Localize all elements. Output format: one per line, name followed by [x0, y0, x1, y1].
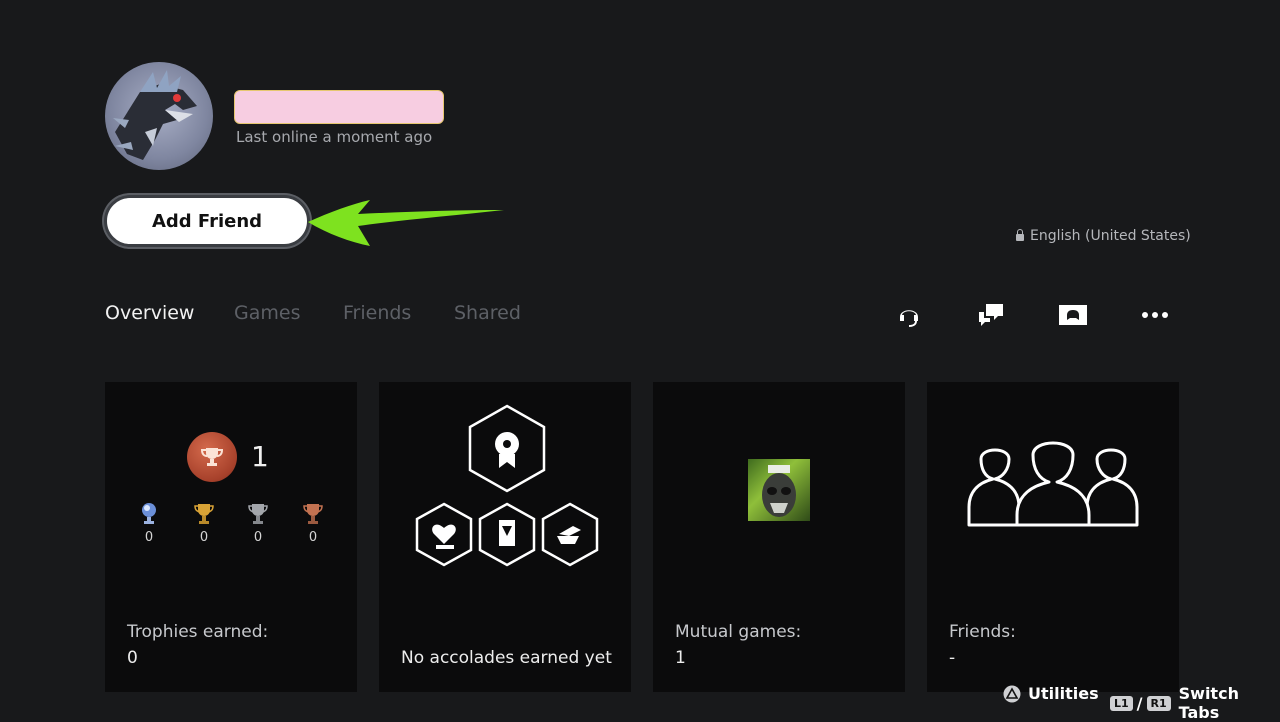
username-redacted — [234, 90, 444, 124]
message-icon[interactable] — [976, 300, 1006, 330]
tab-friends[interactable]: Friends — [343, 302, 411, 324]
no-accolades-label: No accolades earned yet — [401, 648, 612, 668]
bronze-trophy: 0 — [298, 502, 328, 545]
l1-button-icon: L1 — [1110, 695, 1133, 711]
gold-trophy-icon — [194, 504, 214, 524]
platinum-trophy-icon — [142, 503, 156, 524]
lock-icon — [1016, 228, 1024, 241]
tab-games[interactable]: Games — [234, 302, 300, 324]
green-arrow-annotation — [308, 200, 504, 246]
language-indicator: English (United States) — [1016, 228, 1191, 244]
mutual-games-label: Mutual games: — [675, 622, 802, 642]
share-screen-icon[interactable] — [1058, 300, 1088, 330]
trophies-card[interactable]: 1 0 0 0 0 Trophies earned: 0 — [105, 382, 357, 692]
add-friend-button[interactable]: Add Friend — [104, 195, 310, 247]
friends-count-label: Friends: — [949, 622, 1016, 642]
triangle-button-icon — [1003, 685, 1021, 702]
mutual-game-thumbnail — [748, 459, 810, 521]
friends-count-value: - — [949, 648, 956, 668]
more-options-icon[interactable] — [1140, 300, 1170, 330]
bronze-trophy-icon — [303, 504, 323, 524]
switch-separator: / — [1136, 693, 1143, 713]
tab-shared[interactable]: Shared — [454, 302, 521, 324]
tab-overview[interactable]: Overview — [105, 302, 194, 324]
mutual-games-value: 1 — [675, 648, 686, 668]
platinum-count: 0 — [144, 530, 154, 545]
bronze-count: 0 — [308, 530, 318, 545]
trophy-level-icon — [187, 432, 237, 482]
headset-icon[interactable] — [894, 300, 924, 330]
silver-trophy: 0 — [243, 502, 273, 545]
accolades-card[interactable]: No accolades earned yet — [379, 382, 631, 692]
switch-tabs-label: Switch Tabs — [1178, 684, 1239, 722]
friends-card[interactable]: Friends: - — [927, 382, 1179, 692]
accolades-hexagons-icon — [415, 404, 599, 567]
friends-group-icon — [967, 441, 1139, 527]
gold-trophy: 0 — [189, 502, 219, 545]
dragon-avatar-image — [113, 70, 197, 160]
profile-avatar — [105, 62, 213, 170]
last-online-status: Last online a moment ago — [236, 128, 433, 146]
language-label: English (United States) — [1030, 228, 1191, 244]
r1-button-icon: R1 — [1146, 695, 1171, 711]
gold-count: 0 — [199, 530, 209, 545]
mutual-games-card[interactable]: Mutual games: 1 — [653, 382, 905, 692]
utilities-label: Utilities — [1028, 684, 1099, 703]
utilities-hint: Utilities — [1002, 684, 1099, 703]
trophies-earned-label: Trophies earned: — [127, 622, 269, 642]
silver-trophy-icon — [248, 504, 268, 524]
silver-count: 0 — [253, 530, 263, 545]
switch-tabs-hint: L1 / R1 Switch Tabs — [1110, 684, 1280, 722]
platinum-trophy: 0 — [134, 502, 164, 545]
trophy-level-value: 1 — [251, 440, 269, 473]
trophies-earned-value: 0 — [127, 648, 138, 668]
